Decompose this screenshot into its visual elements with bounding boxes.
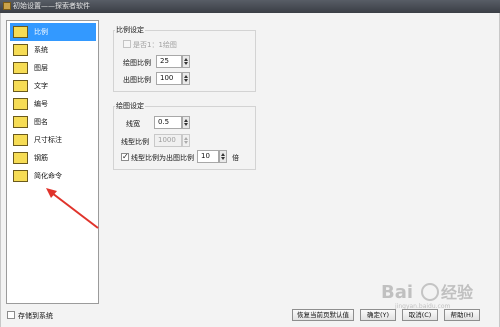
equal-scale-label: 是否1：1绘图: [133, 41, 177, 49]
nav-item-drawing-name[interactable]: 图名: [10, 113, 96, 131]
nav-item-label: 文字: [34, 82, 48, 90]
nav-item-text[interactable]: 文字: [10, 77, 96, 95]
spin-up-icon: [221, 153, 225, 156]
dimension-icon: [13, 134, 28, 146]
linetype-ratio-unit: 倍: [232, 154, 239, 162]
nav-item-command[interactable]: 简化命令: [10, 167, 96, 185]
numbering-icon: [13, 98, 28, 110]
linetype-ratio-spinner[interactable]: [219, 150, 227, 163]
nav-item-label: 图名: [34, 118, 48, 126]
nav-item-numbering[interactable]: 编号: [10, 95, 96, 113]
linetype-scale-spinner[interactable]: [182, 134, 190, 147]
drawing-scale-input[interactable]: 25: [156, 55, 182, 68]
output-scale-input[interactable]: 100: [156, 72, 182, 85]
drawing-scale-label: 绘图比例: [123, 59, 151, 67]
rebar-icon: [13, 152, 28, 164]
linetype-ratio-input[interactable]: 10: [197, 150, 219, 163]
restore-default-button[interactable]: 恢复当前页默认值: [292, 309, 354, 321]
watermark-brand: Bai: [381, 282, 414, 303]
command-icon: [13, 170, 28, 182]
nav-item-scale[interactable]: 比例: [10, 23, 96, 41]
drawing-name-icon: [13, 116, 28, 128]
nav-item-label: 尺寸标注: [34, 136, 62, 144]
category-list[interactable]: 比例 系统 图层 文字 编号 图名 尺寸标注 钢筋 简化命令: [6, 20, 99, 304]
drawing-scale-spinner[interactable]: [182, 55, 190, 68]
save-to-system-label: 存储到系统: [18, 312, 53, 320]
scale-icon: [13, 26, 28, 38]
linetype-scale-input[interactable]: 1000: [154, 134, 182, 147]
drawing-settings-title: 绘图设定: [115, 101, 145, 111]
watermark-url: jingyan.baidu.com: [395, 303, 451, 310]
nav-item-system[interactable]: 系统: [10, 41, 96, 59]
layer-icon: [13, 62, 28, 74]
spin-down-icon: [221, 157, 225, 160]
nav-item-label: 简化命令: [34, 172, 62, 180]
output-scale-label: 出图比例: [123, 76, 151, 84]
nav-item-layer[interactable]: 图层: [10, 59, 96, 77]
save-to-system-checkbox[interactable]: [7, 311, 15, 319]
spin-down-icon: [184, 141, 188, 144]
nav-item-label: 图层: [34, 64, 48, 72]
nav-item-label: 系统: [34, 46, 48, 54]
nav-item-label: 钢筋: [34, 154, 48, 162]
nav-item-label: 编号: [34, 100, 48, 108]
scale-settings-title: 比例设定: [115, 25, 145, 35]
line-width-label: 线宽: [126, 120, 140, 128]
line-width-input[interactable]: 0.5: [154, 116, 182, 129]
nav-item-dimension[interactable]: 尺寸标注: [10, 131, 96, 149]
linetype-ratio-label: 线型比例为出图比例: [131, 154, 194, 162]
baidu-watermark: Bai 经验 jingyan.baidu.com: [381, 282, 493, 312]
spin-up-icon: [184, 58, 188, 61]
system-folder-icon: [13, 44, 28, 56]
spin-up-icon: [184, 119, 188, 122]
linetype-ratio-checkbox[interactable]: [121, 152, 129, 161]
output-scale-spinner[interactable]: [182, 72, 190, 85]
spin-up-icon: [184, 137, 188, 140]
app-icon: [3, 2, 11, 10]
title-bar[interactable]: 初始设置——探索者软件: [0, 0, 500, 13]
text-icon: [13, 80, 28, 92]
nav-item-rebar[interactable]: 钢筋: [10, 149, 96, 167]
linetype-scale-label: 线型比例: [121, 138, 149, 146]
line-width-spinner[interactable]: [182, 116, 190, 129]
paw-logo-icon: [421, 283, 439, 301]
spin-down-icon: [184, 123, 188, 126]
spin-down-icon: [184, 79, 188, 82]
spin-down-icon: [184, 62, 188, 65]
window-title: 初始设置——探索者软件: [13, 2, 90, 10]
nav-item-label: 比例: [34, 28, 48, 36]
watermark-brand-suffix: 经验: [441, 283, 474, 302]
spin-up-icon: [184, 75, 188, 78]
equal-scale-checkbox[interactable]: [123, 40, 131, 48]
